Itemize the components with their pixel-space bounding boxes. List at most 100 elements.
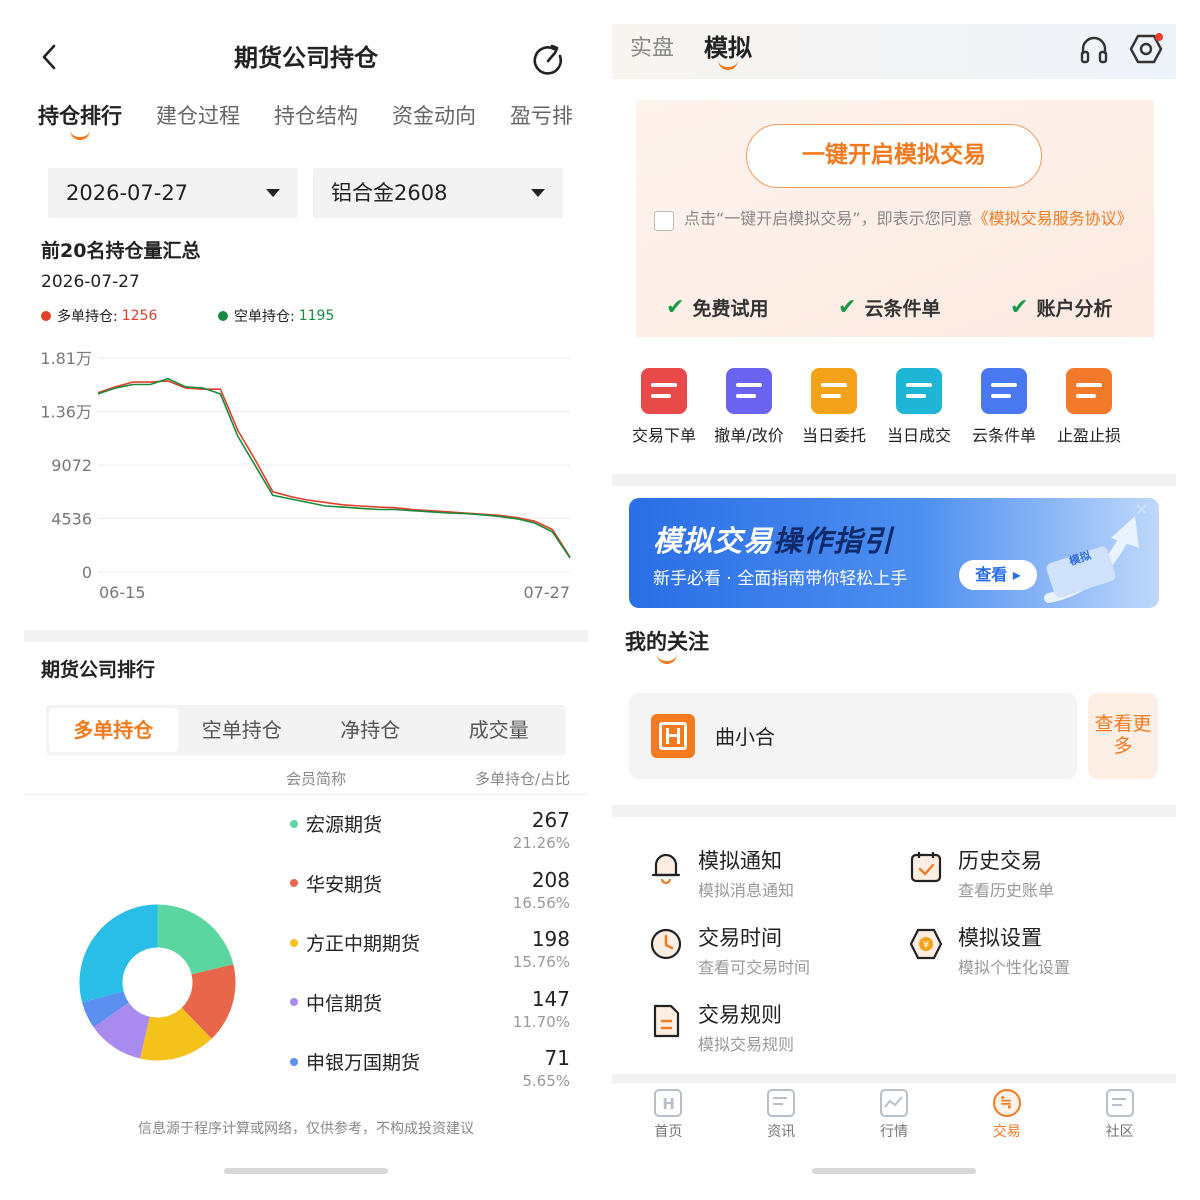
header-divider — [24, 794, 588, 795]
tab-position-structure[interactable]: 持仓结构 — [274, 100, 358, 140]
tab-build-process[interactable]: 建仓过程 — [156, 100, 240, 140]
section-divider — [24, 630, 588, 642]
legend-long-value: 1256 — [121, 308, 158, 324]
menu-subtitle: 查看可交易时间 — [698, 958, 811, 977]
service-agreement-link[interactable]: 《模拟交易服务协议》 — [973, 209, 1133, 228]
menu-trade-time[interactable]: 交易时间查看可交易时间 — [648, 922, 810, 978]
close-icon[interactable]: ✕ — [1135, 500, 1148, 519]
calendar-check-icon — [910, 852, 942, 883]
feature-cloud-order: ✔ 云条件单 — [838, 295, 941, 320]
donut-slice — [79, 904, 158, 1003]
svg-text:¥: ¥ — [923, 940, 929, 951]
member-name: 宏源期货 — [290, 810, 382, 837]
segment-volume[interactable]: 成交量 — [435, 708, 564, 752]
segment-net[interactable]: 净持仓 — [306, 708, 435, 752]
tab-profit-loss[interactable]: 盈亏排 — [510, 100, 573, 140]
segment-short[interactable]: 空单持仓 — [178, 708, 307, 752]
tool-label: 当日委托 — [801, 426, 866, 445]
simulation-promo-card: 一键开启模拟交易 点击“一键开启模拟交易”，即表示您同意《模拟交易服务协议》 ✔… — [636, 100, 1154, 337]
agreement-label: 点击“一键开启模拟交易”，即表示您同意 — [684, 209, 973, 228]
my-watch-title: 我的关注 — [625, 626, 709, 664]
feature-account-analysis: ✔ 账户分析 — [1010, 295, 1113, 320]
menu-sim-settings[interactable]: ¥ 模拟设置 模拟个性化设置 — [908, 922, 1070, 978]
x-tick-label: 06-15 — [99, 583, 146, 602]
tool-stop-profit-loss[interactable]: 止盈止损 — [1044, 368, 1134, 446]
tool-cloud-order[interactable]: 云条件单 — [959, 368, 1049, 446]
nav-community[interactable]: 社区 — [1063, 1083, 1176, 1152]
y-tick-label: 1.36万 — [40, 403, 92, 422]
tab-position-ranking[interactable]: 持仓排行 — [38, 100, 122, 140]
series-short-line — [97, 377, 571, 559]
position-line-chart: 1.81万 1.36万 9072 4536 0 06-15 07-27 — [40, 349, 571, 602]
check-icon: ✔ — [666, 295, 685, 320]
menu-trade-rules[interactable]: 交易规则 模拟交易规则 — [648, 999, 794, 1055]
simulation-trade-screen: 实盘 模拟 一键开启模拟交易 点击“一键开启模拟交易”，即表示您同意《模拟交易服… — [612, 0, 1200, 1200]
menu-title: 模拟通知 — [698, 849, 782, 873]
x-tick-label: 07-27 — [524, 583, 571, 602]
menu-sim-notice[interactable]: 模拟通知 模拟消息通知 — [648, 845, 794, 901]
section-divider — [612, 474, 1176, 486]
y-tick-label: 9072 — [51, 456, 92, 475]
watch-item-card[interactable]: 曲小合 — [629, 693, 1077, 779]
member-percent: 5.65% — [522, 1072, 570, 1090]
position-ranking-screen: 期货公司持仓 持仓排行 建仓过程 持仓结构 资金动向 盈亏排 2026-07-2… — [0, 0, 600, 1200]
member-value: 208 — [531, 867, 570, 892]
member-color-dot — [290, 938, 298, 947]
view-more-button[interactable]: 查看更多 — [1088, 693, 1158, 779]
nav-home[interactable]: H 首页 — [612, 1083, 725, 1152]
tool-daily-order[interactable]: 当日委托 — [789, 368, 879, 446]
column-member: 会员简称 — [286, 770, 347, 788]
headset-icon[interactable] — [1078, 34, 1110, 66]
nav-news[interactable]: 资讯 — [725, 1083, 838, 1152]
news-icon — [767, 1089, 796, 1117]
y-tick-label: 1.81万 — [40, 349, 92, 368]
agree-checkbox[interactable] — [654, 211, 674, 231]
ranking-title: 期货公司排行 — [41, 659, 156, 681]
trade-mode-header: 实盘 模拟 — [612, 24, 1176, 79]
date-select[interactable]: 2026-07-27 — [48, 168, 298, 218]
y-tick-label: 0 — [82, 563, 92, 582]
cloud-order-icon — [981, 368, 1027, 414]
member-value: 198 — [531, 927, 570, 951]
bottom-nav: H 首页 资讯 行情 ≒ 交易 社区 — [612, 1082, 1176, 1152]
legend-short-label: 空单持仓: — [234, 309, 295, 325]
member-name: 方正中期期货 — [290, 929, 420, 956]
contract-select[interactable]: 铝合金2608 — [313, 168, 563, 218]
settings-icon[interactable] — [1128, 32, 1164, 66]
member-color-dot — [290, 1057, 298, 1066]
summary-date: 2026-07-27 — [41, 272, 140, 292]
guide-banner[interactable]: 模拟交易操作指引 新手必看 · 全面指南带你轻松上手 查看 ▸ 模拟 ✕ — [629, 498, 1159, 608]
legend-short: 空单持仓: 1195 — [218, 306, 334, 326]
banner-view-button[interactable]: 查看 ▸ — [959, 560, 1037, 590]
agreement-text: 点击“一键开启模拟交易”，即表示您同意《模拟交易服务协议》 — [684, 208, 1144, 230]
company-logo-icon — [651, 714, 695, 758]
member-color-dot — [290, 998, 298, 1006]
menu-subtitle: 查看历史账单 — [958, 881, 1055, 900]
tool-trade-order[interactable]: 交易下单 — [619, 368, 709, 446]
banner-subtitle: 新手必看 · 全面指南带你轻松上手 — [653, 569, 908, 589]
disclaimer: 信息源于程序计算或网络，仅供参考，不构成投资建议 — [138, 1121, 474, 1137]
segment-long[interactable]: 多单持仓 — [49, 708, 178, 752]
tool-cancel-order[interactable]: 撤单/改价 — [704, 368, 794, 446]
section-divider — [612, 805, 1176, 817]
tool-daily-deal[interactable]: 当日成交 — [874, 368, 964, 446]
open-simulation-button[interactable]: 一键开启模拟交易 — [746, 124, 1042, 188]
clock-icon — [650, 928, 682, 960]
y-tick-label: 4536 — [51, 510, 92, 529]
member-name: 华安期货 — [290, 870, 382, 897]
nav-market[interactable]: 行情 — [838, 1083, 951, 1152]
nav-trade[interactable]: ≒ 交易 — [950, 1083, 1063, 1152]
feature-free-trial: ✔ 免费试用 — [666, 295, 769, 320]
menu-history-trade[interactable]: 历史交易 查看历史账单 — [908, 845, 1054, 901]
market-chart-icon — [879, 1089, 908, 1117]
tab-fund-flow[interactable]: 资金动向 — [392, 100, 476, 140]
long-dot-icon — [41, 311, 51, 321]
bell-icon — [651, 853, 681, 885]
donut-slice — [157, 904, 234, 975]
column-value: 多单持仓/占比 — [474, 770, 570, 788]
tool-label: 云条件单 — [971, 426, 1036, 445]
refresh-icon[interactable] — [530, 42, 566, 78]
tab-simulation[interactable]: 模拟 — [704, 28, 752, 70]
tab-real[interactable]: 实盘 — [630, 30, 674, 62]
menu-title: 交易时间 — [698, 926, 782, 950]
